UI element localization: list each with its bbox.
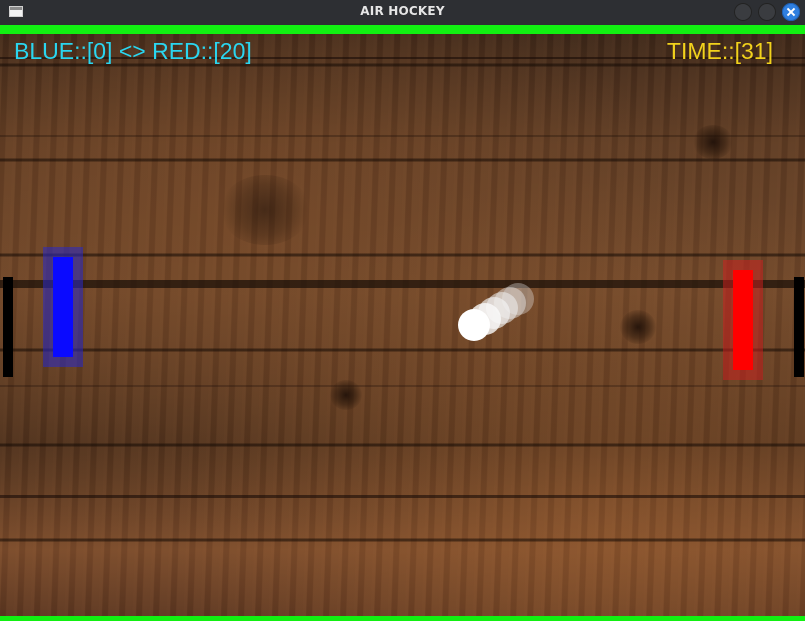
red-goal xyxy=(794,277,804,377)
maximize-button[interactable] xyxy=(758,3,776,21)
close-button[interactable] xyxy=(782,3,800,21)
wood-grain xyxy=(0,495,805,498)
wood-knot xyxy=(220,175,310,245)
puck xyxy=(458,309,490,341)
wood-grain xyxy=(0,280,805,288)
minimize-button[interactable] xyxy=(734,3,752,21)
red-paddle[interactable] xyxy=(733,270,753,370)
top-border xyxy=(0,25,805,34)
bottom-border xyxy=(0,616,805,621)
wood-knot xyxy=(620,310,656,344)
wood-knot xyxy=(693,125,733,159)
wood-grain xyxy=(0,135,805,137)
title-bar[interactable]: AIR HOCKEY xyxy=(0,0,805,25)
air-hockey-window: AIR HOCKEY BLUE::[0] <> RED::[20] TIME::… xyxy=(0,0,805,621)
timer-display: TIME::[31] xyxy=(666,38,773,64)
game-field[interactable]: BLUE::[0] <> RED::[20] TIME::[31] xyxy=(0,25,805,621)
wood-grain xyxy=(0,385,805,387)
window-title: AIR HOCKEY xyxy=(360,4,445,18)
blue-goal xyxy=(3,277,13,377)
blue-paddle[interactable] xyxy=(53,257,73,357)
wood-knot xyxy=(330,380,362,410)
score-display: BLUE::[0] <> RED::[20] xyxy=(14,38,252,64)
